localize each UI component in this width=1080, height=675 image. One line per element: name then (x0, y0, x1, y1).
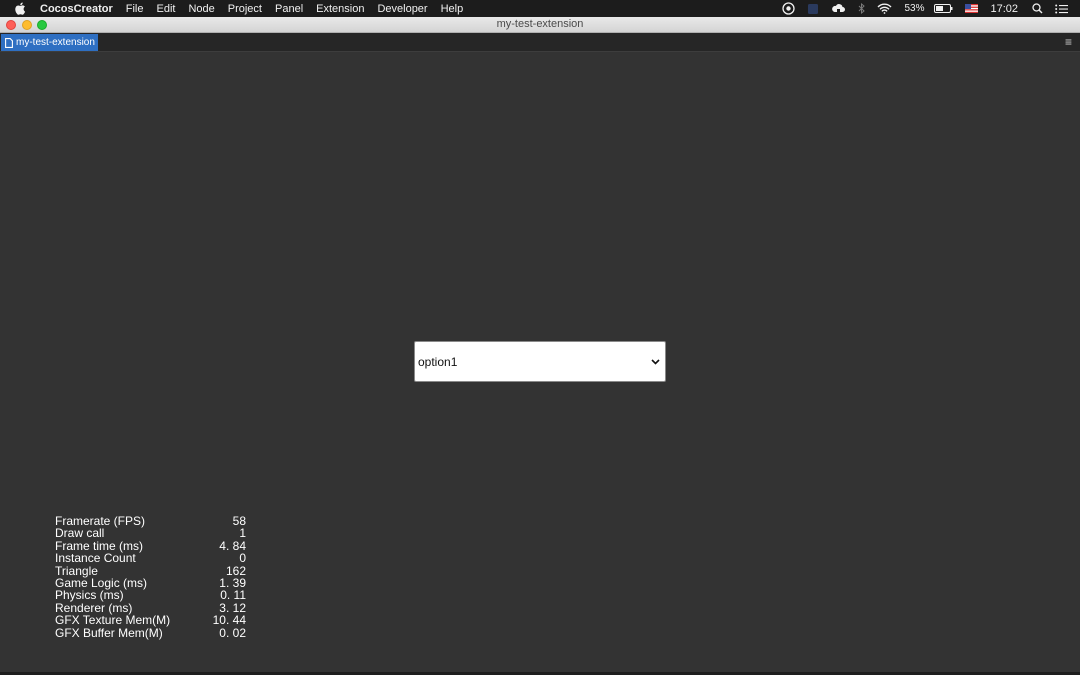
clock[interactable]: 17:02 (990, 3, 1018, 15)
panel-tab-bar: my-test-extension ≡ (0, 33, 1080, 52)
stat-value: 1 (239, 526, 246, 541)
menu-panel[interactable]: Panel (275, 3, 303, 15)
stat-label: Instance Count (55, 551, 136, 566)
stat-label: GFX Texture Mem(M) (55, 613, 171, 628)
menu-file[interactable]: File (126, 3, 144, 15)
stat-row: GFX Buffer Mem(M) 0. 02 (55, 625, 246, 640)
apple-icon[interactable] (15, 2, 27, 16)
sync-icon[interactable] (782, 2, 796, 15)
menu-edit[interactable]: Edit (156, 3, 175, 15)
stat-row: Draw call 1 (55, 526, 246, 541)
dropdown-selected-value: option1 (418, 354, 458, 369)
tab-label: my-test-extension (16, 37, 95, 48)
notification-center-icon[interactable] (1055, 4, 1068, 14)
window-title-bar[interactable]: my-test-extension (0, 17, 1080, 33)
stat-label: Physics (ms) (55, 588, 124, 603)
wifi-icon[interactable] (877, 3, 892, 14)
status-area: 53% 17:02 (782, 0, 1080, 17)
menu-developer[interactable]: Developer (377, 3, 427, 15)
stat-row: Physics (ms) 0. 11 (55, 588, 246, 603)
stat-label: Draw call (55, 526, 105, 541)
menu-project[interactable]: Project (228, 3, 262, 15)
flag-us-icon[interactable] (965, 4, 979, 13)
extension-panel: option1 Framerate (FPS) 58 Draw call 1 Fra… (0, 52, 1080, 672)
tab-my-test-extension[interactable]: my-test-extension (1, 34, 98, 51)
stat-label: GFX Buffer Mem(M) (55, 625, 163, 640)
app-status-icon[interactable] (807, 3, 819, 15)
cloud-icon[interactable] (831, 3, 846, 14)
profiler-stats: Framerate (FPS) 58 Draw call 1 Frame time … (55, 515, 246, 639)
system-menu-bar: CocosCreator File Edit Node Project Pane… (0, 0, 1080, 17)
battery-percent: 53% (904, 3, 925, 14)
panel-menu-icon[interactable]: ≡ (1065, 35, 1072, 49)
spotlight-search-icon[interactable] (1032, 3, 1043, 14)
menu-app-name[interactable]: CocosCreator (40, 3, 113, 15)
document-icon (5, 37, 13, 48)
battery-icon[interactable] (934, 4, 953, 13)
option-dropdown[interactable]: option1 (414, 341, 666, 382)
chevron-down-icon (651, 358, 661, 365)
window-title: my-test-extension (496, 18, 584, 30)
menu-help[interactable]: Help (441, 3, 464, 15)
stat-value: 0 (239, 551, 246, 566)
stat-value: 10. 44 (212, 613, 246, 628)
stat-value: 0. 02 (219, 625, 246, 640)
stat-row: Instance Count 0 (55, 551, 246, 566)
menu-node[interactable]: Node (188, 3, 214, 15)
bluetooth-icon[interactable] (858, 3, 866, 14)
stat-row: GFX Texture Mem(M) 10. 44 (55, 613, 246, 628)
menu-extension[interactable]: Extension (316, 3, 364, 15)
stat-value: 0. 11 (220, 588, 246, 603)
